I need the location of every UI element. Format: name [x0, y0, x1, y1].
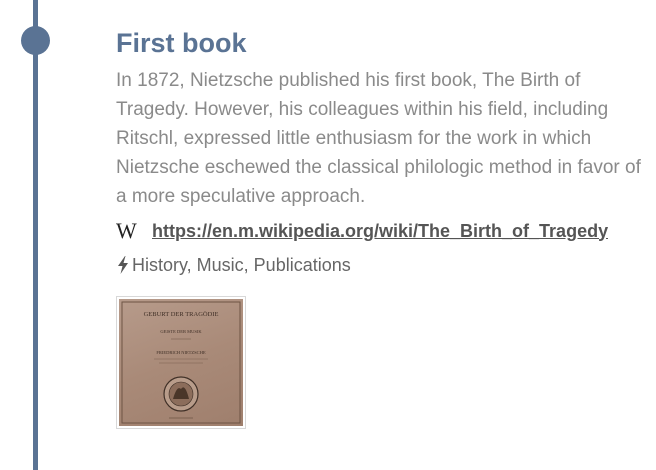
source-link-row: W https://en.m.wikipedia.org/wiki/The_Bi…	[116, 216, 642, 246]
timeline-dot	[21, 26, 50, 55]
wikipedia-link[interactable]: https://en.m.wikipedia.org/wiki/The_Birt…	[152, 221, 608, 242]
tags-label: History, Music, Publications	[132, 254, 351, 275]
wikipedia-icon: W	[116, 218, 137, 243]
timeline-entry: First book In 1872, Nietzsche published …	[116, 26, 642, 429]
entry-description: In 1872, Nietzsche published his first b…	[116, 70, 641, 207]
cover-subtitle-text: GEISTE DER MUSIK	[160, 329, 202, 334]
entry-title: First book	[116, 28, 247, 58]
book-cover-art: GEBURT DER TRAGÖDIE GEISTE DER MUSIK FRI…	[121, 301, 241, 424]
cover-title-text: GEBURT DER TRAGÖDIE	[144, 311, 219, 318]
cover-author-text: FRIEDRICH NIETZSCHE	[156, 350, 206, 355]
tags-row: History, Music, Publications	[116, 251, 642, 279]
book-thumbnail[interactable]: GEBURT DER TRAGÖDIE GEISTE DER MUSIK FRI…	[116, 296, 246, 429]
book-cover-image: GEBURT DER TRAGÖDIE GEISTE DER MUSIK FRI…	[119, 299, 243, 426]
timeline-line	[33, 0, 38, 470]
lightning-bolt-icon	[118, 256, 128, 274]
